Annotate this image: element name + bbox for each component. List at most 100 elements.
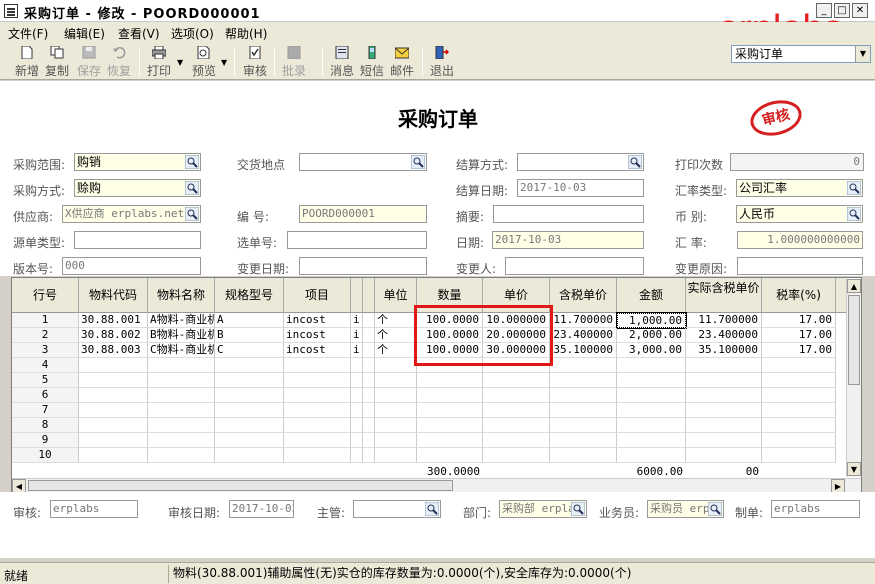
scroll-left-arrow-icon[interactable]: ◀ <box>12 479 26 493</box>
lookup-magnifier-icon[interactable] <box>628 155 642 169</box>
column-header-unit[interactable]: 单位 <box>375 278 417 313</box>
cell-line-no[interactable]: 9 <box>12 433 79 448</box>
lookup-magnifier-icon[interactable] <box>185 207 199 221</box>
change-reason-field[interactable] <box>737 257 863 275</box>
print-dropdown-arrow[interactable]: ▼ <box>177 58 183 67</box>
menu-file[interactable]: 文件(F) <box>8 25 48 42</box>
cell-line-no[interactable]: 8 <box>12 418 79 433</box>
cell-unit[interactable]: 个 <box>375 343 417 358</box>
cell-quantity[interactable] <box>417 433 483 448</box>
cell-item-code[interactable] <box>79 433 148 448</box>
cell-tax-price[interactable] <box>550 358 617 373</box>
salesman-field[interactable]: 采购员 erp <box>647 500 724 518</box>
cell-unit[interactable] <box>375 388 417 403</box>
cell-spec[interactable] <box>215 388 284 403</box>
column-header-tax-price[interactable]: 含税单价 <box>550 278 617 313</box>
cell-actual-tax-price[interactable] <box>686 373 762 388</box>
lookup-magnifier-icon[interactable] <box>847 181 861 195</box>
cell-actual-tax-price[interactable] <box>686 418 762 433</box>
cell-unit[interactable] <box>375 403 417 418</box>
column-header-project[interactable]: 项目 <box>284 278 351 313</box>
cell-tax-rate[interactable]: 17.00 <box>762 328 836 343</box>
column-header-amount[interactable]: 金额 <box>617 278 686 313</box>
cell-line-no[interactable]: 10 <box>12 448 79 463</box>
cell-item-name[interactable] <box>148 373 215 388</box>
cell-unit[interactable] <box>375 418 417 433</box>
column-header-tax-rate[interactable]: 税率(%) <box>762 278 836 313</box>
cell-project[interactable] <box>284 448 351 463</box>
cell-item-code[interactable] <box>79 448 148 463</box>
cell-line-no[interactable]: 6 <box>12 388 79 403</box>
purchase-scope-field[interactable]: 购销 <box>74 153 201 171</box>
cell-tax-rate[interactable] <box>762 448 836 463</box>
cell-aux-b[interactable] <box>363 403 375 418</box>
settle-method-field[interactable] <box>517 153 644 171</box>
preview-dropdown-arrow[interactable]: ▼ <box>221 58 227 67</box>
exit-button[interactable]: 退出 <box>427 46 457 80</box>
change-date-field[interactable] <box>299 257 427 275</box>
message-button[interactable]: 消息 <box>327 46 357 80</box>
cell-actual-tax-price[interactable]: 35.100000 <box>686 343 762 358</box>
cell-tax-price[interactable] <box>550 433 617 448</box>
cell-item-name[interactable]: A物料-商业机 <box>148 313 215 328</box>
cell-item-name[interactable] <box>148 433 215 448</box>
cell-unit[interactable]: 个 <box>375 313 417 328</box>
copy-button[interactable]: 复制 <box>42 46 72 80</box>
grid-horizontal-scrollbar[interactable]: ◀ ▶ <box>12 478 861 493</box>
cell-aux-a[interactable] <box>351 373 363 388</box>
cell-item-name[interactable] <box>148 358 215 373</box>
lookup-magnifier-icon[interactable] <box>185 155 199 169</box>
table-row[interactable]: 7 <box>12 403 836 418</box>
cell-tax-price[interactable]: 11.700000 <box>550 313 617 328</box>
cell-item-name[interactable]: C物料-商业机 <box>148 343 215 358</box>
cell-spec[interactable] <box>215 418 284 433</box>
cell-item-code[interactable] <box>79 388 148 403</box>
cell-item-code[interactable] <box>79 418 148 433</box>
table-row[interactable]: 9 <box>12 433 836 448</box>
table-row[interactable]: 10 <box>12 448 836 463</box>
cell-tax-price[interactable] <box>550 388 617 403</box>
cell-tax-rate[interactable] <box>762 388 836 403</box>
cell-item-code[interactable]: 30.88.001 <box>79 313 148 328</box>
cell-aux-a[interactable] <box>351 358 363 373</box>
sms-button[interactable]: 短信 <box>357 46 387 80</box>
cell-project[interactable]: incost <box>284 343 351 358</box>
cell-unit[interactable]: 个 <box>375 328 417 343</box>
cell-item-name[interactable] <box>148 403 215 418</box>
document-type-select[interactable]: 采购订单 ▼ <box>731 45 871 63</box>
menu-options[interactable]: 选项(O) <box>171 25 214 42</box>
cell-unit[interactable] <box>375 373 417 388</box>
cell-spec[interactable] <box>215 433 284 448</box>
cell-tax-rate[interactable] <box>762 433 836 448</box>
cell-actual-tax-price[interactable] <box>686 403 762 418</box>
lookup-magnifier-icon[interactable] <box>411 155 425 169</box>
summary-field[interactable] <box>493 205 644 223</box>
cell-project[interactable] <box>284 403 351 418</box>
rate-type-field[interactable]: 公司汇率 <box>736 179 863 197</box>
cell-amount[interactable] <box>617 373 686 388</box>
cell-aux-a[interactable] <box>351 403 363 418</box>
cell-item-name[interactable]: B物料-商业机 <box>148 328 215 343</box>
cell-aux-b[interactable] <box>363 388 375 403</box>
cell-line-no[interactable]: 1 <box>12 313 79 328</box>
column-header-aux-a[interactable] <box>351 278 363 313</box>
cell-actual-tax-price[interactable] <box>686 388 762 403</box>
cell-aux-a[interactable] <box>351 448 363 463</box>
table-row[interactable]: 6 <box>12 388 836 403</box>
table-row[interactable]: 5 <box>12 373 836 388</box>
cell-quantity[interactable] <box>417 403 483 418</box>
lookup-magnifier-icon[interactable] <box>847 207 861 221</box>
menu-help[interactable]: 帮助(H) <box>225 25 267 42</box>
cell-actual-tax-price[interactable]: 23.400000 <box>686 328 762 343</box>
cell-project[interactable] <box>284 388 351 403</box>
cell-tax-price[interactable] <box>550 373 617 388</box>
cell-tax-rate[interactable]: 17.00 <box>762 313 836 328</box>
cell-item-name[interactable] <box>148 448 215 463</box>
cell-unit[interactable] <box>375 448 417 463</box>
cell-tax-price[interactable] <box>550 448 617 463</box>
cell-amount[interactable] <box>617 358 686 373</box>
cell-spec[interactable] <box>215 403 284 418</box>
cell-unit-price[interactable] <box>483 433 550 448</box>
supplier-field[interactable]: X供应商 erplabs.net <box>62 205 201 223</box>
cell-tax-rate[interactable]: 17.00 <box>762 343 836 358</box>
